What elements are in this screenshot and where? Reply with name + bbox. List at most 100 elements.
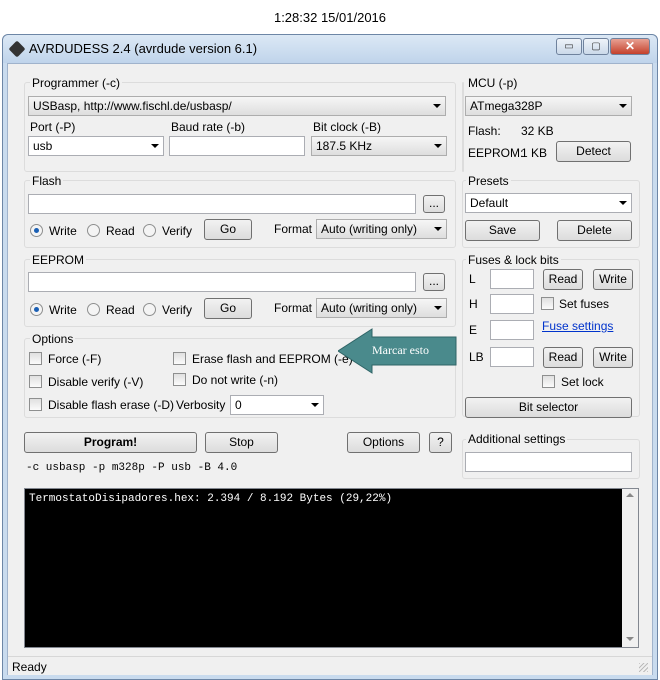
help-button[interactable]: ? bbox=[429, 432, 452, 453]
title-bar: AVRDUDESS 2.4 (avrdude version 6.1) ▭ ▢ … bbox=[3, 35, 657, 63]
fuse-l-input[interactable] bbox=[490, 269, 534, 289]
set-fuses-label: Set fuses bbox=[559, 297, 610, 311]
programmer-label: Programmer (-c) bbox=[30, 76, 123, 90]
chevron-down-icon bbox=[434, 227, 442, 231]
console-scrollbar[interactable] bbox=[622, 489, 638, 647]
maximize-button[interactable]: ▢ bbox=[583, 38, 609, 55]
flash-read-label: Read bbox=[106, 224, 135, 238]
mcu-select[interactable]: ATmega328P bbox=[465, 96, 632, 116]
flash-label: Flash bbox=[30, 174, 64, 188]
lock-read-button[interactable]: Read bbox=[543, 347, 583, 368]
window-title: AVRDUDESS 2.4 (avrdude version 6.1) bbox=[29, 41, 258, 56]
flash-verify-label: Verify bbox=[162, 224, 193, 238]
preset-delete-button[interactable]: Delete bbox=[557, 220, 632, 241]
detect-button[interactable]: Detect bbox=[556, 141, 631, 162]
fuses-label: Fuses & lock bits bbox=[466, 253, 561, 267]
stop-button[interactable]: Stop bbox=[205, 432, 278, 453]
set-fuses-checkbox[interactable] bbox=[541, 297, 554, 310]
erase-checkbox[interactable] bbox=[173, 352, 186, 365]
mcu-value: ATmega328P bbox=[470, 99, 543, 113]
eeprom-browse-button[interactable]: ... bbox=[423, 273, 445, 291]
presets-value: Default bbox=[470, 196, 509, 210]
additional-settings-label: Additional settings bbox=[466, 432, 568, 446]
annotation-text: Marcar esto bbox=[372, 343, 429, 357]
flash-write-radio[interactable] bbox=[30, 224, 43, 237]
do-not-write-checkbox[interactable] bbox=[173, 373, 186, 386]
fuse-l-label: L bbox=[469, 272, 476, 286]
disable-flash-erase-checkbox[interactable] bbox=[29, 398, 42, 411]
baud-label: Baud rate (-b) bbox=[171, 120, 246, 134]
scroll-down-icon[interactable] bbox=[626, 637, 634, 641]
disable-flash-erase-label: Disable flash erase (-D) bbox=[48, 398, 175, 412]
app-icon bbox=[8, 40, 26, 58]
disable-verify-checkbox[interactable] bbox=[29, 375, 42, 388]
additional-settings-input[interactable] bbox=[465, 452, 632, 472]
chevron-down-icon bbox=[619, 201, 627, 205]
lockbits-input[interactable] bbox=[490, 347, 534, 367]
minimize-button[interactable]: ▭ bbox=[556, 38, 582, 55]
options-button[interactable]: Options bbox=[347, 432, 420, 453]
eeprom-write-radio[interactable] bbox=[30, 303, 43, 316]
presets-select[interactable]: Default bbox=[465, 193, 632, 213]
flash-read-radio[interactable] bbox=[87, 224, 100, 237]
fuse-e-input[interactable] bbox=[490, 320, 534, 340]
mcu-group bbox=[462, 82, 464, 172]
eeprom-format-label: Format bbox=[274, 301, 313, 315]
presets-label: Presets bbox=[466, 174, 511, 188]
port-value: usb bbox=[33, 139, 53, 153]
bit-selector-button[interactable]: Bit selector bbox=[465, 397, 632, 418]
eeprom-verify-label: Verify bbox=[162, 303, 193, 317]
fuse-read-button[interactable]: Read bbox=[543, 269, 583, 290]
erase-label: Erase flash and EEPROM (-e) bbox=[192, 352, 353, 366]
bitclock-select[interactable]: 187.5 KHz bbox=[311, 136, 447, 156]
flash-file-input[interactable] bbox=[28, 194, 416, 214]
mcu-label: MCU (-p) bbox=[466, 76, 520, 90]
flash-verify-radio[interactable] bbox=[143, 224, 156, 237]
chevron-down-icon bbox=[151, 144, 159, 148]
do-not-write-label: Do not write (-n) bbox=[192, 373, 279, 387]
eeprom-label: EEPROM bbox=[30, 253, 87, 267]
verbosity-select[interactable]: 0 bbox=[230, 395, 324, 415]
program-button[interactable]: Program! bbox=[24, 432, 197, 453]
flash-write-label: Write bbox=[49, 224, 77, 238]
fuse-h-label: H bbox=[469, 297, 478, 311]
set-lock-checkbox[interactable] bbox=[542, 375, 555, 388]
status-text: Ready bbox=[12, 660, 47, 674]
console-text: TermostatoDisipadores.hex: 2.394 / 8.192… bbox=[29, 493, 393, 505]
baud-input[interactable] bbox=[169, 136, 305, 156]
force-label: Force (-F) bbox=[48, 352, 102, 366]
flash-size-label: Flash: bbox=[468, 124, 501, 138]
fuse-write-button[interactable]: Write bbox=[593, 269, 633, 290]
resize-grip-icon[interactable] bbox=[639, 663, 648, 672]
flash-size-value: 32 KB bbox=[521, 124, 554, 138]
eeprom-file-input[interactable] bbox=[28, 272, 416, 292]
scroll-up-icon[interactable] bbox=[626, 493, 634, 497]
fuse-e-label: E bbox=[469, 323, 478, 337]
eeprom-format-select[interactable]: Auto (writing only) bbox=[316, 298, 447, 318]
programmer-select[interactable]: USBasp, http://www.fischl.de/usbasp/ bbox=[28, 96, 446, 116]
flash-browse-button[interactable]: ... bbox=[423, 195, 445, 213]
eeprom-verify-radio[interactable] bbox=[143, 303, 156, 316]
eeprom-go-button[interactable]: Go bbox=[204, 298, 252, 319]
disable-verify-label: Disable verify (-V) bbox=[48, 375, 144, 389]
eeprom-read-radio[interactable] bbox=[87, 303, 100, 316]
close-button[interactable]: ✕ bbox=[610, 38, 650, 55]
flash-format-select[interactable]: Auto (writing only) bbox=[316, 219, 447, 239]
port-select[interactable]: usb bbox=[28, 136, 164, 156]
bitclock-label: Bit clock (-B) bbox=[313, 120, 382, 134]
status-bar: Ready bbox=[8, 656, 652, 675]
port-label: Port (-P) bbox=[30, 120, 76, 134]
verbosity-label: Verbosity bbox=[176, 398, 226, 412]
options-label: Options bbox=[30, 332, 76, 346]
lock-write-button[interactable]: Write bbox=[593, 347, 633, 368]
programmer-value: USBasp, http://www.fischl.de/usbasp/ bbox=[33, 99, 232, 113]
chevron-down-icon bbox=[311, 403, 319, 407]
eeprom-write-label: Write bbox=[49, 303, 77, 317]
fuse-h-input[interactable] bbox=[490, 294, 534, 314]
force-checkbox[interactable] bbox=[29, 352, 42, 365]
fuse-settings-link[interactable]: Fuse settings bbox=[542, 319, 613, 333]
eeprom-format-value: Auto (writing only) bbox=[321, 301, 418, 315]
preset-save-button[interactable]: Save bbox=[465, 220, 540, 241]
main-window: AVRDUDESS 2.4 (avrdude version 6.1) ▭ ▢ … bbox=[2, 34, 658, 680]
flash-go-button[interactable]: Go bbox=[204, 219, 252, 240]
